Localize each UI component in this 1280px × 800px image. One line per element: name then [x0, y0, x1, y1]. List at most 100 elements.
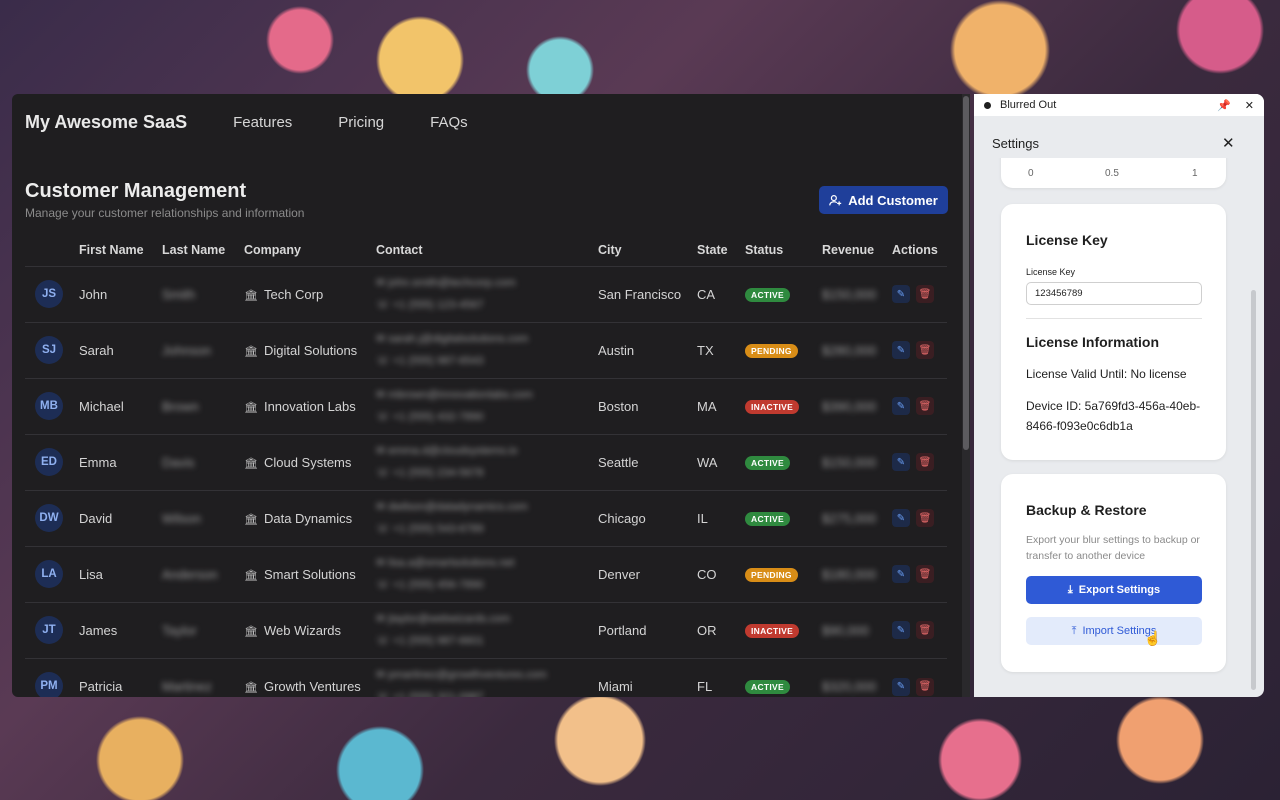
edit-icon[interactable]: ✎	[892, 453, 910, 472]
trash-icon[interactable]: 🗑	[916, 565, 934, 584]
license-key-input[interactable]: 123456789	[1026, 282, 1202, 305]
license-valid-text: License Valid Until: No license	[1026, 367, 1187, 381]
nav-pricing[interactable]: Pricing	[338, 114, 384, 131]
company-cell: 🏛 Innovation Labs	[240, 377, 372, 434]
avatar: ED	[35, 448, 63, 476]
status-cell: INACTIVE	[741, 601, 818, 658]
main-scrollbar-thumb[interactable]	[963, 96, 969, 450]
col-contact[interactable]: Contact	[372, 234, 594, 266]
backup-title: Backup & Restore	[1026, 502, 1147, 518]
table-row[interactable]: LA Lisa Anderson 🏛 Smart Solutions ✉ lisa…	[25, 545, 947, 602]
last-name-cell: Wilson	[158, 489, 240, 546]
trash-icon[interactable]: 🗑	[916, 453, 934, 472]
contact-email: jtaylor@webwizards.com	[388, 613, 511, 625]
revenue-cell: $150,000	[818, 265, 888, 322]
trash-icon[interactable]: 🗑	[916, 341, 934, 360]
status-cell: PENDING	[741, 545, 818, 602]
avatar-cell: MB	[25, 377, 75, 434]
last-name-cell: Johnson	[158, 321, 240, 378]
window-close-icon[interactable]: ✕	[1245, 99, 1254, 112]
col-revenue[interactable]: Revenue	[818, 234, 888, 266]
trash-icon[interactable]: 🗑	[916, 285, 934, 304]
contact-cell: ✉ mbrown@innovationlabs.com ☏ +1 (555) 4…	[372, 377, 594, 434]
col-city[interactable]: City	[594, 234, 693, 266]
table-row[interactable]: PM Patricia Martinez 🏛 Growth Ventures ✉ …	[25, 657, 947, 697]
panel-scrollbar[interactable]	[1251, 290, 1256, 690]
col-status[interactable]: Status	[741, 234, 818, 266]
panel-titlebar: Blurred Out 📌 ✕	[974, 94, 1264, 116]
company-cell: 🏛 Web Wizards	[240, 601, 372, 658]
city-cell: Chicago	[594, 489, 693, 546]
company-name: Innovation Labs	[263, 398, 356, 414]
export-settings-button[interactable]: ⤓ Export Settings	[1026, 576, 1202, 604]
edit-icon[interactable]: ✎	[892, 285, 910, 304]
trash-icon[interactable]: 🗑	[916, 397, 934, 416]
contact-email: sarah.j@digitalsolutions.com	[388, 333, 529, 345]
status-cell: PENDING	[741, 321, 818, 378]
state-cell: IL	[693, 489, 741, 546]
edit-icon[interactable]: ✎	[892, 565, 910, 584]
add-user-icon	[829, 194, 842, 205]
customer-table: First Name Last Name Company Contact Cit…	[25, 234, 947, 697]
upload-icon: ⤒	[1071, 624, 1077, 637]
revenue-blurred: $280,000	[822, 342, 877, 358]
tick-mid: 0.5	[1105, 168, 1119, 179]
edit-icon[interactable]: ✎	[892, 621, 910, 640]
tick-1: 1	[1192, 168, 1198, 179]
contact-email-blurred: ✉ john.smith@techcorp.com	[376, 277, 516, 289]
contact-phone: +1 (555) 987-6543	[392, 355, 484, 367]
edit-icon[interactable]: ✎	[892, 341, 910, 360]
status-badge: ACTIVE	[745, 288, 790, 302]
actions-cell: ✎ 🗑	[888, 489, 947, 546]
edit-icon[interactable]: ✎	[892, 397, 910, 416]
status-badge: ACTIVE	[745, 456, 790, 470]
first-name-cell: James	[75, 601, 158, 658]
contact-email: dwilson@datadynamics.com	[388, 501, 528, 513]
trash-icon[interactable]: 🗑	[916, 509, 934, 528]
avatar-cell: JT	[25, 601, 75, 658]
company-name: Cloud Systems	[263, 454, 352, 470]
col-last-name[interactable]: Last Name	[158, 234, 240, 266]
state-cell: WA	[693, 433, 741, 490]
revenue-cell: $320,000	[818, 657, 888, 697]
last-name-blurred: Smith	[162, 286, 196, 302]
add-customer-button[interactable]: Add Customer	[819, 186, 948, 214]
table-row[interactable]: JS John Smith 🏛 Tech Corp ✉ john.smith@te…	[25, 265, 947, 322]
license-divider	[1026, 318, 1202, 319]
table-row[interactable]: MB Michael Brown 🏛 Innovation Labs ✉ mbro…	[25, 377, 947, 434]
trash-icon[interactable]: 🗑	[916, 621, 934, 640]
settings-panel: Blurred Out 📌 ✕ Settings ✕ 0 0.5 1 Licen…	[974, 94, 1264, 697]
avatar-cell: PM	[25, 657, 75, 697]
edit-icon[interactable]: ✎	[892, 509, 910, 528]
app-window: My Awesome SaaS Features Pricing FAQs Cu…	[12, 94, 970, 697]
status-badge: PENDING	[745, 568, 798, 582]
contact-phone-blurred: ☏ +1 (555) 987-6543	[376, 355, 484, 367]
table-row[interactable]: SJ Sarah Johnson 🏛 Digital Solutions ✉ sa…	[25, 321, 947, 378]
col-company[interactable]: Company	[240, 234, 372, 266]
company-name: Data Dynamics	[263, 510, 353, 526]
import-settings-button[interactable]: ⤒ Import Settings	[1026, 617, 1202, 645]
settings-title: Settings	[992, 136, 1039, 151]
nav-features[interactable]: Features	[233, 114, 292, 131]
license-key-label: License Key	[1026, 267, 1076, 277]
device-id-text: Device ID: 5a769fd3-456a-40eb-8466-f093e…	[1026, 399, 1201, 433]
settings-close-icon[interactable]: ✕	[1222, 134, 1235, 152]
state-cell: CA	[693, 265, 741, 322]
trash-icon[interactable]: 🗑	[916, 677, 934, 696]
edit-icon[interactable]: ✎	[892, 677, 910, 696]
top-nav: My Awesome SaaS Features Pricing FAQs	[25, 112, 468, 133]
add-customer-label: Add Customer	[848, 192, 938, 208]
col-first-name[interactable]: First Name	[75, 234, 158, 266]
license-card-title: License Key	[1026, 232, 1108, 248]
actions-cell: ✎ 🗑	[888, 321, 947, 378]
table-row[interactable]: ED Emma Davis 🏛 Cloud Systems ✉ emma.d@cl…	[25, 433, 947, 490]
revenue-blurred: $150,000	[822, 286, 877, 302]
avatar: DW	[35, 504, 63, 532]
brand-logo[interactable]: My Awesome SaaS	[25, 112, 187, 133]
status-badge: PENDING	[745, 344, 798, 358]
table-row[interactable]: DW David Wilson 🏛 Data Dynamics ✉ dwilson…	[25, 489, 947, 546]
nav-faqs[interactable]: FAQs	[430, 114, 468, 131]
table-row[interactable]: JT James Taylor 🏛 Web Wizards ✉ jtaylor@w…	[25, 601, 947, 658]
col-state[interactable]: State	[693, 234, 741, 266]
pin-icon[interactable]: 📌	[1217, 99, 1231, 112]
